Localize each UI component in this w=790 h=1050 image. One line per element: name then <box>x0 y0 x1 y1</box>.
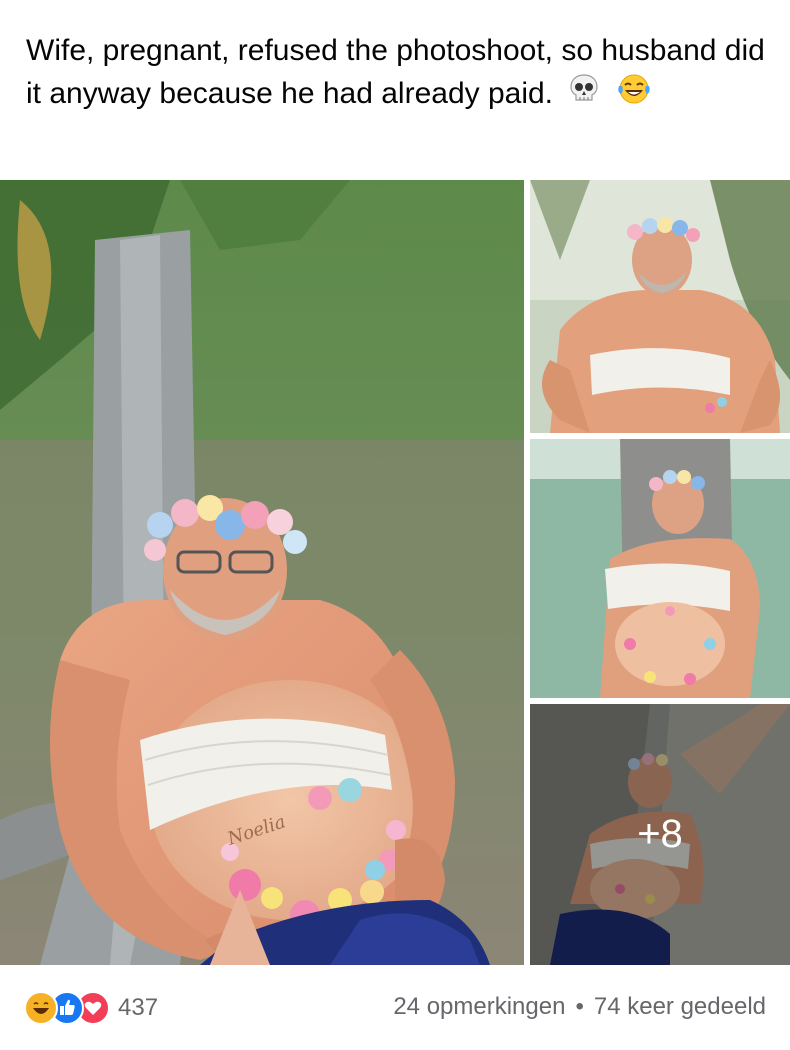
skull-emoji-icon <box>567 72 601 118</box>
more-photos-overlay[interactable]: +8 <box>530 704 790 965</box>
thumbnail-photo-1[interactable] <box>530 180 790 433</box>
haha-reaction-icon <box>24 991 58 1025</box>
reaction-count: 437 <box>118 994 159 1021</box>
post-text: Wife, pregnant, refused the photoshoot, … <box>26 30 766 118</box>
photo-gallery: Noelia +8 <box>0 180 790 965</box>
laughing-tears-emoji-icon <box>616 72 652 118</box>
comments-link[interactable]: 24 opmerkingen <box>393 993 565 1021</box>
reactions-summary[interactable]: 437 <box>24 991 158 1025</box>
engagement-stats: 24 opmerkingen • 74 keer gedeeld <box>393 993 766 1021</box>
thumbnail-photo-3[interactable]: +8 <box>530 704 790 965</box>
main-photo[interactable]: Noelia <box>0 180 524 965</box>
more-photos-count: +8 <box>637 812 683 856</box>
post-footer: 437 24 opmerkingen • 74 keer gedeeld <box>0 965 790 1050</box>
thumbnail-photo-2[interactable] <box>530 439 790 698</box>
separator-dot: • <box>575 993 584 1020</box>
shares-link[interactable]: 74 keer gedeeld <box>594 993 766 1021</box>
post-caption: Wife, pregnant, refused the photoshoot, … <box>26 34 765 110</box>
